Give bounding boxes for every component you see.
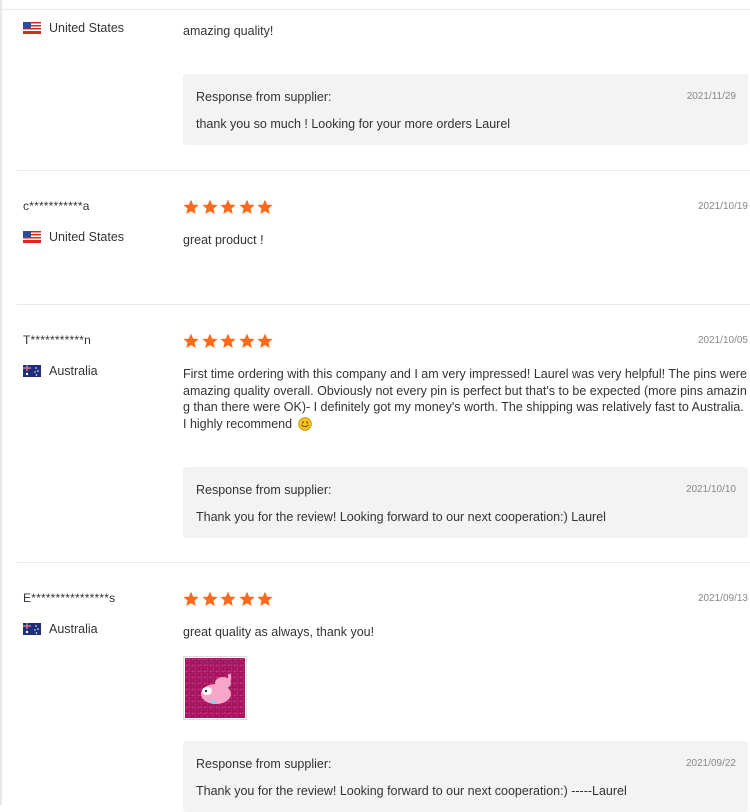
star-icon [257, 591, 273, 606]
star-icon [257, 333, 273, 348]
buyer-country: Australia [23, 364, 98, 378]
review-item: E****************s 2021/09/13 Australia … [2, 563, 750, 812]
review-text: amazing quality! [183, 24, 274, 38]
star-icon [201, 333, 218, 348]
star-icon [220, 333, 236, 348]
review-item: T***********n 2021/10/05 Australia First… [2, 305, 750, 563]
star-icon [257, 199, 273, 214]
star-icon [220, 591, 236, 606]
review-text: great product ! [183, 233, 264, 247]
star-rating [183, 199, 276, 215]
country-name: Australia [49, 622, 98, 636]
star-icon [183, 333, 199, 348]
response-title: Response from supplier: [196, 483, 332, 497]
star-icon [239, 199, 255, 214]
star-rating [183, 591, 276, 607]
review-photo-thumbnail[interactable] [183, 656, 247, 720]
review-text: First time ordering with this company an… [183, 366, 747, 432]
review-item: c***********a 2021/10/19 United States g… [2, 171, 750, 305]
australia-flag-icon [23, 623, 41, 635]
response-text: Thank you for the review! Looking forwar… [196, 784, 627, 798]
response-date: 2021/11/29 [686, 91, 736, 102]
australia-flag-icon [23, 365, 41, 377]
response-title: Response from supplier: [196, 757, 332, 771]
supplier-response: Response from supplier: 2021/11/29 thank… [183, 74, 748, 145]
review-item: United States amazing quality! Response … [2, 10, 750, 171]
response-text: thank you so much ! Looking for your mor… [196, 117, 511, 131]
country-name: United States [49, 230, 125, 244]
supplier-response: Response from supplier: 2021/10/10 Thank… [183, 467, 748, 538]
supplier-response: Response from supplier: 2021/09/22 Thank… [183, 741, 748, 812]
star-icon [201, 199, 218, 214]
star-icon [201, 591, 218, 606]
star-icon [220, 199, 236, 214]
review-date: 2021/09/13 [697, 593, 748, 604]
review-date: 2021/10/05 [697, 335, 748, 346]
us-flag-icon [23, 22, 41, 34]
star-icon [239, 591, 255, 606]
star-icon [239, 333, 255, 348]
buyer-country: Australia [23, 622, 98, 636]
buyer-country: United States [23, 230, 124, 244]
review-photo-image [185, 658, 245, 718]
buyer-country: United States [23, 21, 124, 35]
star-icon [183, 591, 199, 606]
buyer-name: E****************s [23, 591, 116, 605]
response-title: Response from supplier: [196, 90, 332, 104]
response-date: 2021/10/10 [685, 484, 736, 495]
country-name: United States [49, 21, 125, 35]
review-text: great quality as always, thank you! [183, 625, 375, 639]
buyer-name: c***********a [23, 199, 90, 213]
response-date: 2021/09/22 [685, 758, 736, 769]
country-name: Australia [49, 364, 98, 378]
star-icon [183, 199, 199, 214]
review-date: 2021/10/19 [697, 201, 748, 212]
star-rating [183, 333, 276, 349]
review-text-body: First time ordering with this company an… [183, 367, 747, 431]
buyer-name: T***********n [23, 333, 91, 347]
smiling-face-icon [297, 417, 312, 431]
response-text: Thank you for the review! Looking forwar… [196, 510, 606, 524]
us-flag-icon [23, 231, 41, 243]
